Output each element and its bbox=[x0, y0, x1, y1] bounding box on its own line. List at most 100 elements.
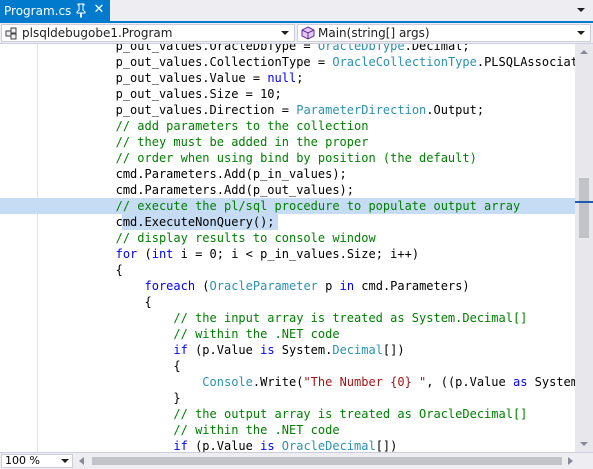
code-token: ; bbox=[296, 71, 304, 85]
code-text: // they must be added in the proper bbox=[0, 134, 369, 150]
code-line[interactable]: p_out_values.Direction = ParameterDirect… bbox=[0, 102, 575, 118]
code-line[interactable]: // order when using bind by position (th… bbox=[0, 150, 575, 166]
keyword-token: if bbox=[173, 439, 188, 452]
code-token: p_out_values.Size = 10; bbox=[115, 87, 282, 101]
vertical-scroll-thumb[interactable] bbox=[579, 178, 589, 238]
code-token: .PLSQLAssociativeArray; bbox=[476, 55, 575, 69]
comment-token: // display results to console window bbox=[115, 231, 376, 245]
method-icon bbox=[301, 26, 315, 40]
code-token: } bbox=[173, 391, 181, 405]
code-line[interactable]: // execute the pl/sql procedure to popul… bbox=[0, 198, 575, 214]
string-token: "The Number {0} " bbox=[303, 375, 427, 389]
code-token: []) bbox=[382, 343, 405, 357]
keyword-token: int bbox=[151, 247, 174, 261]
code-token: System. bbox=[274, 343, 333, 357]
code-text: { bbox=[0, 294, 152, 310]
type-token: Console bbox=[202, 375, 253, 389]
code-token: (p.Value bbox=[187, 439, 261, 452]
code-token: i = 0; i < p_in_values.Size; i++) bbox=[173, 247, 420, 261]
code-text: // order when using bind by position (th… bbox=[0, 150, 477, 166]
type-token: OracleDbType bbox=[317, 44, 405, 53]
type-token: Decimal bbox=[332, 343, 383, 357]
code-token: cmd.Parameters) bbox=[354, 279, 470, 293]
code-editor[interactable]: p_out_values.OracleDbType = OracleDbType… bbox=[0, 44, 575, 452]
code-token: p_out_values.CollectionType = bbox=[115, 55, 333, 69]
code-line[interactable]: // they must be added in the proper bbox=[0, 134, 575, 150]
code-line[interactable]: // the output array is treated as Oracle… bbox=[0, 406, 575, 422]
code-line[interactable]: if (p.Value is System.Decimal[]) bbox=[0, 342, 575, 358]
code-line[interactable]: { bbox=[0, 294, 575, 310]
type-token: OracleCollectionType bbox=[332, 55, 477, 69]
scroll-left-icon[interactable] bbox=[76, 455, 88, 467]
document-tab-strip: Program.cs ✕ bbox=[0, 0, 593, 21]
keyword-token: in bbox=[339, 279, 355, 293]
code-token: System. bbox=[534, 375, 575, 389]
code-line[interactable]: // add parameters to the collection bbox=[0, 118, 575, 134]
code-line[interactable]: Console.Write("The Number {0} ", ((p.Val… bbox=[0, 374, 575, 390]
horizontal-scroll-thumb[interactable] bbox=[92, 457, 562, 465]
chevron-down-icon[interactable] bbox=[280, 28, 290, 38]
code-line[interactable]: p_out_values.Size = 10; bbox=[0, 86, 575, 102]
tab-program-cs[interactable]: Program.cs ✕ bbox=[0, 0, 110, 21]
code-line[interactable]: cmd.Parameters.Add(p_in_values); bbox=[0, 166, 575, 182]
code-text: p_out_values.Value = null; bbox=[0, 70, 304, 86]
code-line[interactable]: } bbox=[0, 390, 575, 406]
comment-token: // execute the pl/sql procedure to popul… bbox=[115, 199, 521, 213]
code-text: // the input array is treated as System.… bbox=[0, 310, 527, 326]
code-text: // execute the pl/sql procedure to popul… bbox=[0, 198, 521, 214]
code-line[interactable]: p_out_values.CollectionType = OracleColl… bbox=[0, 54, 575, 70]
class-combo[interactable]: plsqldebugobe1.Program bbox=[1, 24, 295, 42]
code-line[interactable]: p_out_values.OracleDbType = OracleDbType… bbox=[0, 44, 575, 54]
code-text: { bbox=[0, 262, 123, 278]
zoom-combo[interactable]: 100 % bbox=[1, 454, 73, 468]
code-line[interactable]: cmd.Parameters.Add(p_out_values); bbox=[0, 182, 575, 198]
class-icon bbox=[5, 27, 17, 40]
close-tab-icon[interactable]: ✕ bbox=[92, 3, 106, 17]
code-line[interactable]: foreach (OracleParameter p in cmd.Parame… bbox=[0, 278, 575, 294]
scroll-right-icon[interactable] bbox=[564, 455, 576, 467]
pin-icon[interactable] bbox=[74, 2, 88, 18]
vertical-scrollbar[interactable] bbox=[575, 44, 593, 452]
tab-list-dropdown-icon[interactable] bbox=[575, 4, 587, 16]
comment-token: // they must be added in the proper bbox=[115, 135, 369, 149]
member-combo-value: Main(string[] args) bbox=[318, 26, 430, 40]
scroll-down-icon[interactable] bbox=[575, 436, 593, 452]
code-line[interactable]: for (int i = 0; i < p_in_values.Size; i+… bbox=[0, 246, 575, 262]
comment-token: // within the .NET code bbox=[173, 327, 340, 341]
scroll-up-icon[interactable] bbox=[575, 44, 593, 60]
code-text: p_out_values.Direction = ParameterDirect… bbox=[0, 102, 484, 118]
code-token: , ((p.Value bbox=[426, 375, 513, 389]
code-token: []) bbox=[375, 439, 398, 452]
chevron-down-icon[interactable] bbox=[576, 28, 586, 38]
code-token: .Output; bbox=[426, 103, 485, 117]
code-text: // display results to console window bbox=[0, 230, 376, 246]
code-line[interactable]: { bbox=[0, 358, 575, 374]
code-text: Console.Write("The Number {0} ", ((p.Val… bbox=[0, 374, 575, 390]
member-combo[interactable]: Main(string[] args) bbox=[297, 24, 591, 42]
code-token: cmd.Parameters.Add(p_out_values); bbox=[115, 183, 355, 197]
code-line[interactable]: cmd.ExecuteNonQuery(); bbox=[0, 214, 575, 230]
code-token: (p.Value bbox=[187, 343, 261, 357]
zoom-value: 100 % bbox=[5, 454, 40, 467]
code-line[interactable]: p_out_values.Value = null; bbox=[0, 70, 575, 86]
code-text: } bbox=[0, 390, 181, 406]
type-token: ParameterDirection bbox=[296, 103, 427, 117]
code-line[interactable]: // within the .NET code bbox=[0, 326, 575, 342]
code-line[interactable]: // the input array is treated as System.… bbox=[0, 310, 575, 326]
keyword-token: null bbox=[267, 71, 297, 85]
code-line[interactable]: // within the .NET code bbox=[0, 422, 575, 438]
code-lines: p_out_values.OracleDbType = OracleDbType… bbox=[0, 44, 575, 452]
keyword-token: is bbox=[260, 343, 275, 357]
code-token: cmd.ExecuteNonQuery(); bbox=[115, 215, 275, 229]
code-text: p_out_values.CollectionType = OracleColl… bbox=[0, 54, 575, 70]
type-token: OracleDecimal bbox=[281, 439, 376, 452]
editor-bottom-bar: 100 % bbox=[0, 452, 593, 469]
code-line[interactable]: if (p.Value is OracleDecimal[]) bbox=[0, 438, 575, 452]
comment-token: // order when using bind by position (th… bbox=[115, 151, 477, 165]
chevron-down-icon[interactable] bbox=[61, 457, 69, 465]
type-token: OracleParameter bbox=[209, 279, 318, 293]
code-line[interactable]: { bbox=[0, 262, 575, 278]
code-line[interactable]: // display results to console window bbox=[0, 230, 575, 246]
comment-token: // add parameters to the collection bbox=[115, 119, 369, 133]
